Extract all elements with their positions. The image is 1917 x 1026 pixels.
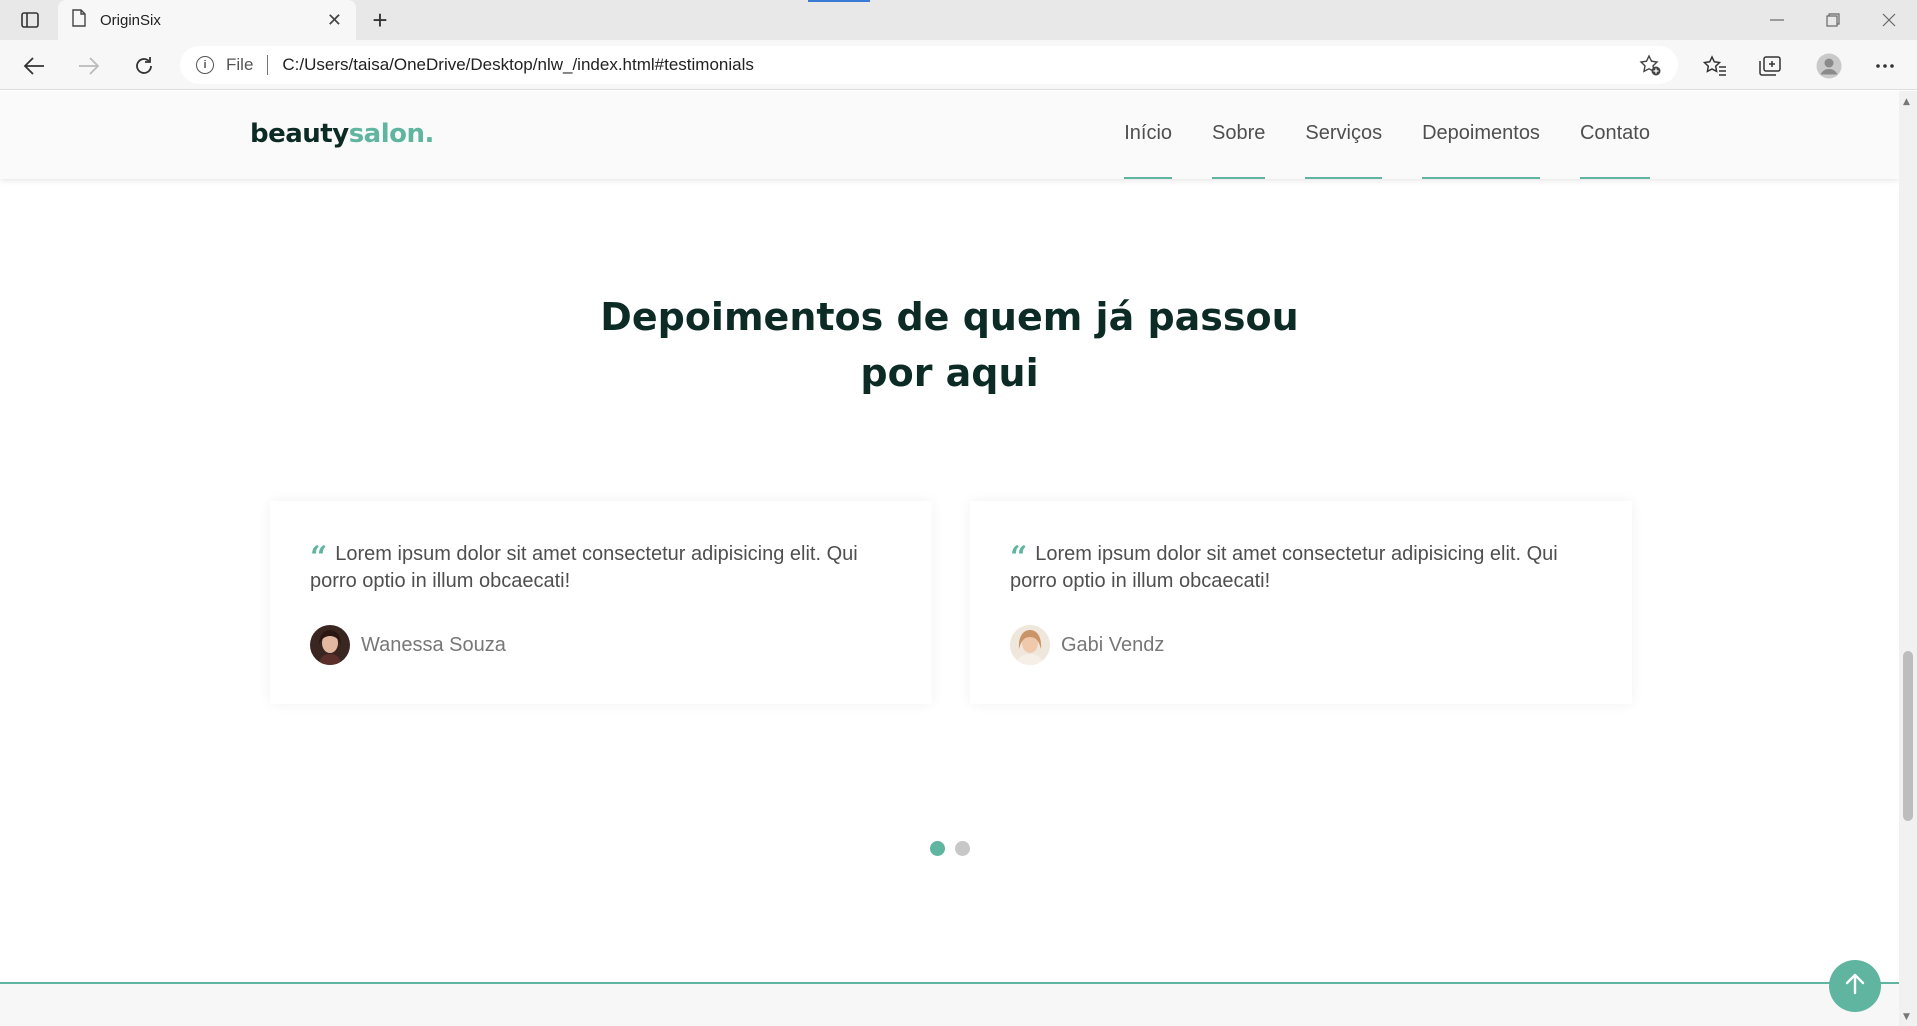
- page-scrollbar[interactable]: ▲ ▼: [1899, 91, 1917, 1026]
- nav-link-servicos[interactable]: Serviços: [1305, 91, 1383, 179]
- more-icon[interactable]: [1872, 53, 1898, 79]
- browser-toolbar: i File C:/Users/taisa/OneDrive/Desktop/n…: [0, 40, 1917, 90]
- reload-icon[interactable]: [128, 50, 160, 82]
- site-logo[interactable]: beautysalon.: [250, 119, 434, 149]
- title-line-2: por aqui: [860, 351, 1039, 395]
- testimonial-quote: “Lorem ipsum dolor sit amet consectetur …: [310, 541, 892, 594]
- new-tab-button[interactable]: +: [366, 5, 394, 35]
- logo-dot: .: [424, 119, 435, 149]
- author-name: Wanessa Souza: [361, 633, 506, 656]
- minimize-icon[interactable]: [1749, 0, 1805, 40]
- avatar: [1010, 625, 1050, 665]
- restore-icon[interactable]: [1805, 0, 1861, 40]
- url-text[interactable]: C:/Users/taisa/OneDrive/Desktop/nlw_/ind…: [282, 55, 1638, 75]
- pagination-dot-1[interactable]: [930, 841, 945, 856]
- page-viewport: beautysalon. Início Sobre Serviços Depoi…: [0, 91, 1899, 1026]
- quote-text: Lorem ipsum dolor sit amet consectetur a…: [310, 543, 858, 592]
- tab-title: OriginSix: [100, 11, 161, 29]
- window-close-icon[interactable]: [1861, 0, 1917, 40]
- quote-text: Lorem ipsum dolor sit amet consectetur a…: [1010, 543, 1558, 592]
- nav-link-contato[interactable]: Contato: [1579, 91, 1650, 179]
- testimonial-quote: “Lorem ipsum dolor sit amet consectetur …: [1010, 541, 1592, 594]
- forward-arrow-icon[interactable]: [73, 50, 105, 82]
- carousel-pagination: [930, 841, 970, 856]
- back-arrow-icon[interactable]: [18, 50, 50, 82]
- browser-tab[interactable]: OriginSix ✕: [58, 0, 356, 40]
- testimonial-author: Wanessa Souza: [310, 625, 506, 665]
- testimonial-card: “Lorem ipsum dolor sit amet consectetur …: [970, 501, 1632, 704]
- main-nav: Início Sobre Serviços Depoimentos Contat…: [1124, 91, 1650, 179]
- scroll-thumb[interactable]: [1903, 651, 1913, 821]
- avatar: [310, 625, 350, 665]
- tab-actions-icon[interactable]: [18, 9, 42, 31]
- url-scheme: File: [226, 55, 254, 74]
- nav-link-sobre[interactable]: Sobre: [1212, 91, 1266, 179]
- info-icon[interactable]: i: [196, 56, 214, 74]
- title-line-1: Depoimentos de quem já passou: [600, 295, 1299, 339]
- arrow-up-icon: [1843, 972, 1867, 1000]
- testimonial-card: “Lorem ipsum dolor sit amet consectetur …: [270, 501, 932, 704]
- tab-indicator: [808, 0, 870, 2]
- testimonial-author: Gabi Vendz: [1010, 625, 1164, 665]
- collections-icon[interactable]: [1757, 53, 1783, 79]
- back-to-top-button[interactable]: [1829, 960, 1881, 1012]
- nav-link-depoimentos[interactable]: Depoimentos: [1422, 91, 1540, 179]
- scroll-up-icon[interactable]: ▲: [1903, 97, 1910, 107]
- add-favorite-icon[interactable]: [1638, 53, 1662, 77]
- profile-icon[interactable]: [1816, 53, 1842, 79]
- logo-text: beauty: [250, 119, 349, 149]
- url-separator: [267, 55, 269, 75]
- footer: [0, 984, 1899, 1026]
- address-bar[interactable]: i File C:/Users/taisa/OneDrive/Desktop/n…: [180, 46, 1678, 84]
- author-name: Gabi Vendz: [1061, 633, 1165, 656]
- favorites-icon[interactable]: [1702, 53, 1728, 79]
- pagination-dot-2[interactable]: [955, 841, 970, 856]
- testimonials-title: Depoimentos de quem já passou por aqui: [0, 289, 1899, 401]
- page-icon: [72, 9, 86, 31]
- logo-accent-text: salon: [348, 119, 425, 149]
- browser-tab-strip: OriginSix ✕ +: [0, 0, 1917, 40]
- scroll-down-icon[interactable]: ▼: [1903, 1012, 1910, 1022]
- tab-close-icon[interactable]: ✕: [327, 10, 342, 31]
- nav-link-inicio[interactable]: Início: [1124, 91, 1173, 179]
- site-header: beautysalon. Início Sobre Serviços Depoi…: [0, 91, 1899, 179]
